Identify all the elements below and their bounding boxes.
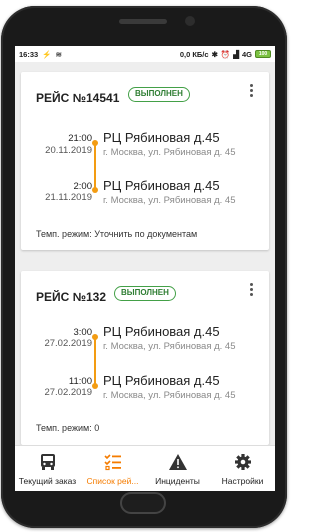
notification-icons: ⚡ ≋ <box>42 49 63 59</box>
stop-time: 11:00 <box>68 376 92 387</box>
temp-mode: Темп. режим: 0 <box>36 423 100 433</box>
stop-address: г. Москва, ул. Рябиновая д. 45 <box>103 341 236 352</box>
phone-camera <box>185 16 195 26</box>
stop-time: 21:00 <box>68 133 92 144</box>
nav-settings[interactable]: Настройки <box>210 446 275 491</box>
status-badge: ВЫПОЛНЕН <box>128 87 190 102</box>
stop-address: г. Москва, ул. Рябиновая д. 45 <box>103 195 236 206</box>
stop-name: РЦ Рябиновая д.45 <box>103 130 220 145</box>
trip-title: РЕЙС №14541 <box>36 91 120 105</box>
network-type: 4G <box>241 49 252 59</box>
trip-card[interactable]: РЕЙС №132 ВЫПОЛНЕН 3:00 27.02.2019 РЦ Ря… <box>21 271 269 445</box>
stop-date: 21.11.2019 <box>45 192 92 203</box>
stop-name: РЦ Рябиновая д.45 <box>103 373 220 388</box>
alarm-icon: ⏰ <box>220 49 231 59</box>
more-menu-icon[interactable] <box>249 84 253 98</box>
nav-label: Настройки <box>221 476 264 486</box>
stop-name: РЦ Рябиновая д.45 <box>103 178 220 193</box>
gear-icon <box>234 454 251 470</box>
nav-trip-list[interactable]: Список рей... <box>80 446 145 491</box>
more-menu-icon[interactable] <box>249 283 253 297</box>
home-button[interactable] <box>120 492 166 514</box>
stop-date: 20.11.2019 <box>45 145 92 156</box>
signal-icon: ▟ <box>233 49 239 59</box>
stop-address: г. Москва, ул. Рябиновая д. 45 <box>103 390 236 401</box>
timeline-line <box>94 337 96 386</box>
stop-time: 2:00 <box>73 181 93 192</box>
stop-date: 27.02.2019 <box>44 387 92 398</box>
app-screen: 16:33 ⚡ ≋ 0,0 КБ/с ✱ ⏰ ▟ 4G 100 РЕЙС №14… <box>15 46 275 491</box>
battery-icon: 100 <box>255 50 271 58</box>
stop-time: 3:00 <box>73 327 93 338</box>
network-speed: 0,0 КБ/с <box>179 49 209 59</box>
bluetooth-icon: ✱ <box>211 49 218 59</box>
warning-icon <box>168 454 187 470</box>
status-time: 16:33 <box>19 49 39 59</box>
temp-mode: Темп. режим: Уточнить по документам <box>36 229 198 239</box>
trip-card[interactable]: РЕЙС №14541 ВЫПОЛНЕН 21:00 20.11.2019 РЦ… <box>21 72 269 250</box>
battery-level: 100 <box>258 51 268 57</box>
timeline-dot <box>92 187 98 193</box>
phone-speaker <box>119 19 167 24</box>
stop-name: РЦ Рябиновая д.45 <box>103 324 220 339</box>
status-bar: 16:33 ⚡ ≋ 0,0 КБ/с ✱ ⏰ ▟ 4G 100 <box>15 46 275 62</box>
trip-list[interactable]: РЕЙС №14541 ВЫПОЛНЕН 21:00 20.11.2019 РЦ… <box>15 62 275 445</box>
trip-title: РЕЙС №132 <box>36 290 107 304</box>
timeline-dot <box>92 383 98 389</box>
nav-incidents[interactable]: Инциденты <box>145 446 210 491</box>
nav-current-order[interactable]: Текущий заказ <box>15 446 80 491</box>
stop-date: 27.02.2019 <box>44 338 92 349</box>
timeline-line <box>94 143 96 190</box>
status-badge: ВЫПОЛНЕН <box>114 286 176 301</box>
phone-frame: 16:33 ⚡ ≋ 0,0 КБ/с ✱ ⏰ ▟ 4G 100 РЕЙС №14… <box>1 6 287 528</box>
stop-address: г. Москва, ул. Рябиновая д. 45 <box>103 147 236 158</box>
checklist-icon <box>103 454 121 471</box>
bottom-navigation: Текущий заказ Список рей... Инциденты На… <box>15 445 275 491</box>
bus-icon <box>40 454 55 470</box>
